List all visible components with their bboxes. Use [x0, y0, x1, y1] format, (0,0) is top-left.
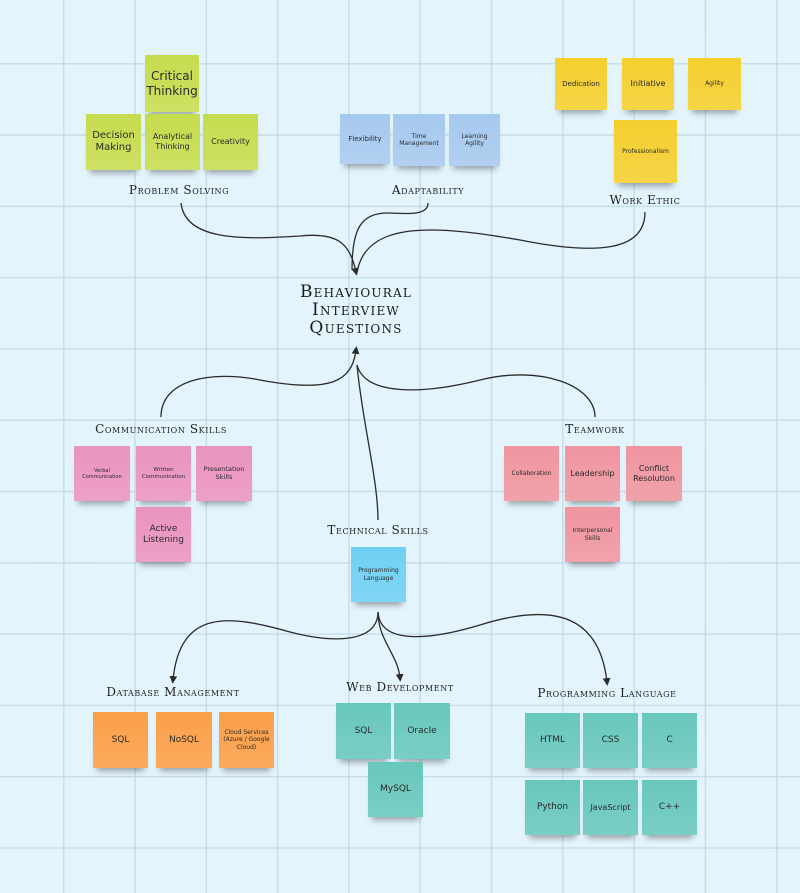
sticky-note-text: NoSQL	[168, 734, 200, 745]
group-label-communication-skills: Communication Skills	[95, 422, 227, 436]
sticky-note[interactable]: Professionalism	[614, 120, 677, 183]
sticky-note[interactable]: Interpersonal Skills	[565, 507, 620, 562]
sticky-note-text: Active Listening	[143, 523, 184, 545]
sticky-note[interactable]: Written Communication	[136, 446, 191, 501]
sticky-note[interactable]: Programming Language	[351, 547, 406, 602]
sticky-note-text: Presentation Skills	[203, 464, 245, 481]
group-label-teamwork: Teamwork	[565, 422, 625, 436]
sticky-note[interactable]: NoSQL	[156, 712, 212, 768]
sticky-note[interactable]: Decision Making	[86, 114, 141, 170]
sticky-note-text: Agility	[705, 80, 724, 88]
sticky-note[interactable]: HTML	[525, 713, 580, 768]
sticky-note-text: Written Communication	[141, 466, 186, 480]
sticky-note[interactable]: Oracle	[394, 703, 450, 759]
sticky-note[interactable]: C++	[642, 780, 697, 835]
group-label-programming-language: Programming Language	[537, 686, 677, 700]
sticky-note-text: SQL	[111, 734, 130, 745]
sticky-note[interactable]: Flexibility	[340, 114, 390, 164]
sticky-note[interactable]: Learning Agility	[449, 114, 500, 166]
sticky-note[interactable]: CSS	[583, 713, 638, 768]
central-topic-line-1: Behavioural	[299, 282, 413, 302]
group-label-adaptability: Adaptability	[391, 183, 465, 197]
sticky-note[interactable]: Python	[525, 780, 580, 835]
sticky-note[interactable]: C	[642, 713, 697, 768]
sticky-note[interactable]: Collaboration	[504, 446, 559, 501]
sticky-note-text: Leadership	[570, 468, 615, 478]
group-label-database-management: Database Management	[106, 685, 240, 699]
sticky-note[interactable]: Dedication	[555, 58, 607, 110]
sticky-note[interactable]: SQL	[93, 712, 148, 768]
sticky-note[interactable]: Time Management	[393, 114, 445, 166]
sticky-note-text: Initiative	[630, 79, 666, 89]
sticky-note-text: Cloud Services (Azure / Google Cloud)	[223, 729, 270, 751]
sticky-note[interactable]: Active Listening	[136, 507, 191, 562]
sticky-note-text: Verbal Communication	[82, 467, 122, 480]
connector-work-ethic	[357, 211, 646, 269]
sticky-note[interactable]: Creativity	[203, 114, 258, 170]
central-topic[interactable]: Behavioural Interview Questions	[300, 283, 412, 337]
sticky-note-text: Learning Agility	[461, 132, 488, 147]
sticky-note-text: C++	[658, 802, 681, 813]
sticky-note[interactable]: Agility	[688, 58, 741, 110]
sticky-note-text: Time Management	[399, 132, 439, 147]
sticky-note-text: Critical Thinking	[146, 69, 198, 98]
sticky-note-text: Programming Language	[358, 567, 399, 582]
sticky-note-text: HTML	[539, 735, 566, 746]
sticky-note[interactable]: Cloud Services (Azure / Google Cloud)	[219, 712, 274, 768]
connector-teamwork	[356, 364, 596, 418]
central-topic-line-2: Interview	[312, 300, 400, 320]
group-label-problem-solving: Problem Solving	[128, 183, 230, 197]
sticky-note-text: Conflict Resolution	[633, 463, 675, 483]
sticky-note-text: Oracle	[407, 725, 437, 736]
connector-adaptability	[351, 202, 429, 271]
connector-programming	[377, 611, 611, 686]
sticky-note[interactable]: Leadership	[565, 446, 620, 501]
group-label-technical-skills: Technical Skills	[327, 523, 429, 537]
sticky-note-text: Analytical Thinking	[152, 132, 193, 151]
sticky-note[interactable]: Critical Thinking	[145, 55, 199, 112]
sticky-note-text: Creativity	[211, 137, 250, 147]
sticky-note-text: Professionalism	[622, 147, 669, 155]
connector-problem-solving	[180, 202, 359, 276]
connector-database	[169, 611, 379, 684]
connector-web-dev	[377, 611, 404, 682]
sticky-note-text: Decision Making	[92, 130, 135, 153]
connector-communication	[160, 346, 360, 418]
sticky-note-text: Python	[536, 802, 569, 813]
sticky-note-text: Collaboration	[511, 469, 552, 477]
sticky-note[interactable]: Initiative	[622, 58, 674, 110]
sticky-note[interactable]: Verbal Communication	[74, 446, 130, 501]
sticky-note[interactable]: SQL	[336, 703, 391, 759]
sticky-note-text: Interpersonal Skills	[572, 527, 613, 542]
central-topic-line-3: Questions	[309, 318, 403, 338]
sticky-note-text: JavaScript	[590, 802, 631, 812]
sticky-note-text: SQL	[354, 725, 373, 736]
sticky-note[interactable]: Analytical Thinking	[145, 114, 200, 170]
sticky-note-text: Flexibility	[348, 134, 382, 143]
sticky-note[interactable]: Conflict Resolution	[626, 446, 682, 501]
sticky-note[interactable]: Presentation Skills	[196, 446, 252, 501]
group-label-work-ethic: Work Ethic	[609, 193, 681, 207]
sticky-note-text: MySQL	[380, 784, 411, 795]
sticky-note-text: CSS	[601, 735, 620, 746]
sticky-note[interactable]: JavaScript	[583, 780, 638, 835]
sticky-note-text: Dedication	[562, 79, 600, 88]
connector-technical	[356, 364, 379, 521]
group-label-web-development: Web Development	[346, 680, 454, 694]
sticky-note[interactable]: MySQL	[368, 762, 423, 817]
sticky-note-text: C	[666, 735, 673, 746]
